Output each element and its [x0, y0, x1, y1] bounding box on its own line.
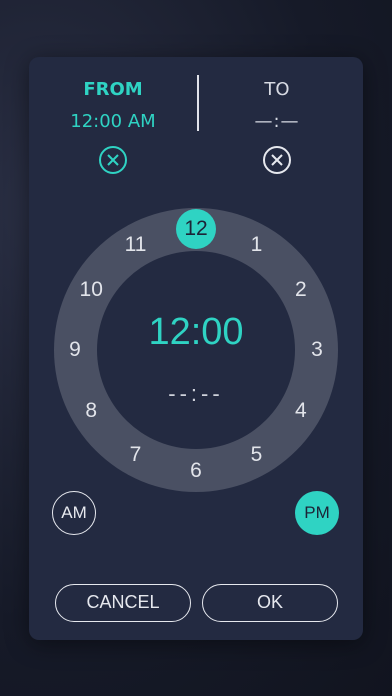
clock-hour-11[interactable]: 11	[118, 227, 154, 263]
clock-hour-12[interactable]: 12	[176, 209, 216, 249]
clock-hour-2[interactable]: 2	[283, 272, 319, 308]
section-divider	[197, 75, 199, 131]
to-time-value[interactable]: —:—	[207, 107, 347, 137]
close-icon	[107, 154, 119, 166]
pm-button[interactable]: PM	[295, 491, 339, 535]
clock-hour-5[interactable]: 5	[239, 437, 275, 473]
secondary-time-display: --:--	[168, 381, 224, 406]
clear-to-button[interactable]	[263, 146, 291, 174]
am-button[interactable]: AM	[52, 491, 96, 535]
time-range-dialog: FROM 12:00 AM TO —:— 12:00 --:-- 12 1 2 3 4 5…	[29, 57, 363, 640]
clock-face[interactable]: 12:00 --:-- 12 1 2 3 4 5 6 7 8 9 10 11	[54, 208, 338, 492]
clock-hour-7[interactable]: 7	[118, 437, 154, 473]
clock-hour-1[interactable]: 1	[239, 227, 275, 263]
clock-center: 12:00 --:--	[97, 251, 295, 449]
from-time-value[interactable]: 12:00 AM	[43, 107, 183, 137]
clock-hour-6[interactable]: 6	[178, 453, 214, 489]
close-icon	[271, 154, 283, 166]
from-label: FROM	[83, 79, 143, 100]
cancel-button[interactable]: CANCEL	[55, 584, 191, 622]
clock-hour-4[interactable]: 4	[283, 393, 319, 429]
from-section[interactable]: FROM 12:00 AM	[43, 77, 183, 174]
selected-time-display: 12:00	[148, 311, 244, 353]
clear-from-button[interactable]	[99, 146, 127, 174]
clock-hour-8[interactable]: 8	[73, 393, 109, 429]
clock-hour-3[interactable]: 3	[299, 332, 335, 368]
clock-hour-9[interactable]: 9	[57, 332, 93, 368]
ok-button[interactable]: OK	[202, 584, 338, 622]
to-label: TO	[264, 79, 290, 100]
to-section[interactable]: TO —:—	[207, 77, 347, 174]
clock-hour-10[interactable]: 10	[73, 272, 109, 308]
